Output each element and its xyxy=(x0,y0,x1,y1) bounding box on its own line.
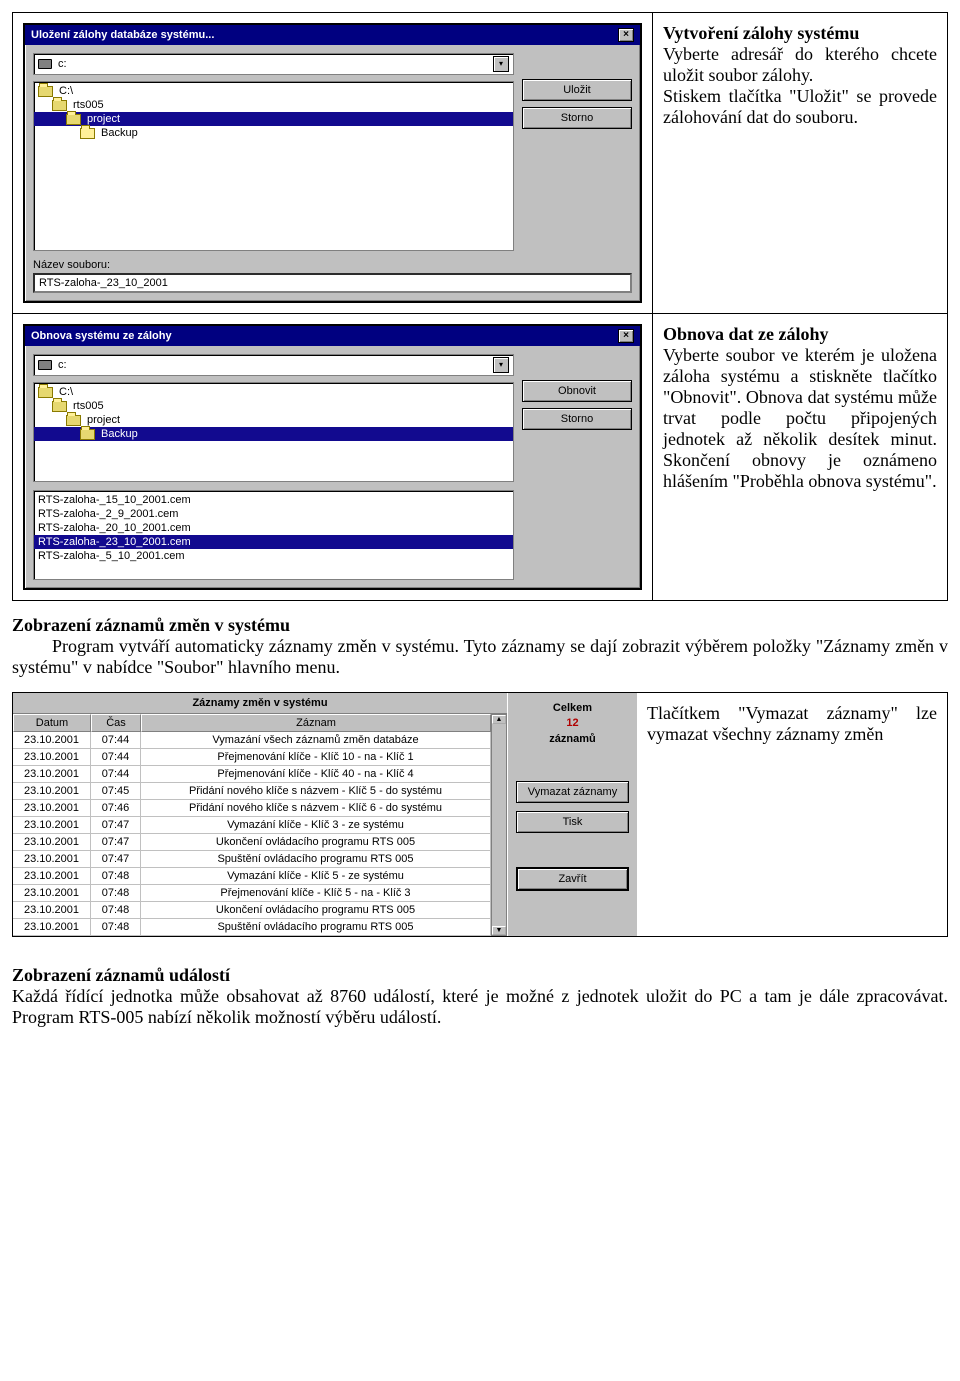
dialog-title: Uložení zálohy databáze systému... xyxy=(31,29,214,41)
table-cell: 23.10.2001 xyxy=(13,868,91,885)
table-cell: 23.10.2001 xyxy=(13,885,91,902)
restore-button[interactable]: Obnovit xyxy=(522,380,632,402)
count-value: 12 xyxy=(516,716,629,731)
folder-item[interactable]: C:\ xyxy=(34,84,513,98)
folder-item[interactable]: rts005 xyxy=(34,399,513,413)
table-header: Čas xyxy=(91,714,141,732)
table-cell: 07:47 xyxy=(91,851,141,868)
folder-list[interactable]: C:\rts005projectBackup xyxy=(33,81,514,251)
table-cell: 07:46 xyxy=(91,800,141,817)
section-body: Vyberte soubor ve kterém je uložena zálo… xyxy=(663,345,937,492)
table-header: Záznam xyxy=(141,714,491,732)
folder-icon xyxy=(52,401,67,412)
drive-select[interactable]: c: ▾ xyxy=(33,53,514,75)
folder-item[interactable]: Backup xyxy=(34,126,513,140)
print-button[interactable]: Tisk xyxy=(516,811,629,833)
table-cell: Ukončení ovládacího programu RTS 005 xyxy=(141,902,491,919)
drive-icon xyxy=(38,360,52,370)
file-item[interactable]: RTS-zaloha-_20_10_2001.cem xyxy=(34,521,513,535)
folder-item[interactable]: project xyxy=(34,112,513,126)
folder-icon xyxy=(52,100,67,111)
section-body: Tlačítkem "Vymazat záznamy" lze vymazat … xyxy=(647,703,937,744)
folder-icon xyxy=(80,429,95,440)
count-label: Celkem xyxy=(516,701,629,716)
dialog-title: Obnova systému ze zálohy xyxy=(31,330,172,342)
table-cell: Vymazání klíče - Klíč 5 - ze systému xyxy=(141,868,491,885)
table-cell: 07:48 xyxy=(91,868,141,885)
section-body: Program vytváří automaticky záznamy změn… xyxy=(12,636,948,678)
chevron-down-icon[interactable]: ▾ xyxy=(493,56,509,72)
table-cell: 23.10.2001 xyxy=(13,834,91,851)
table-cell: Přejmenování klíče - Klíč 40 - na - Klíč… xyxy=(141,766,491,783)
table-cell: 23.10.2001 xyxy=(13,800,91,817)
clear-records-button[interactable]: Vymazat záznamy xyxy=(516,781,629,803)
table-cell: Ukončení ovládacího programu RTS 005 xyxy=(141,834,491,851)
table-cell: 07:44 xyxy=(91,749,141,766)
table-cell: 07:48 xyxy=(91,919,141,936)
table-cell: 23.10.2001 xyxy=(13,732,91,749)
table-cell: Vymazání všech záznamů změn databáze xyxy=(141,732,491,749)
table-cell: 23.10.2001 xyxy=(13,817,91,834)
restore-backup-dialog: Obnova systému ze zálohy × c: ▾ C:\rts00… xyxy=(23,324,642,590)
folder-icon xyxy=(38,86,53,97)
folder-item[interactable]: project xyxy=(34,413,513,427)
table-cell: Přidání nového klíče s názvem - Klíč 5 -… xyxy=(141,783,491,800)
section-body: Vyberte adresář do kterého chcete uložit… xyxy=(663,44,937,128)
table-cell: 23.10.2001 xyxy=(13,851,91,868)
file-item[interactable]: RTS-zaloha-_5_10_2001.cem xyxy=(34,549,513,563)
save-button[interactable]: Uložit xyxy=(522,79,632,101)
section-title: Zobrazení záznamů událostí xyxy=(12,965,230,985)
table-cell: 07:45 xyxy=(91,783,141,800)
folder-icon xyxy=(38,387,53,398)
save-backup-dialog: Uložení zálohy databáze systému... × c: … xyxy=(23,23,642,303)
close-icon[interactable]: × xyxy=(618,329,634,343)
folder-item[interactable]: Backup xyxy=(34,427,513,441)
cancel-button[interactable]: Storno xyxy=(522,408,632,430)
records-dialog: Záznamy změn v systému DatumČasZáznam 23.… xyxy=(13,693,637,936)
table-cell: 07:48 xyxy=(91,902,141,919)
table-cell: Přejmenování klíče - Klíč 10 - na - Klíč… xyxy=(141,749,491,766)
folder-list[interactable]: C:\rts005projectBackup xyxy=(33,382,514,482)
scrollbar[interactable] xyxy=(491,714,507,936)
section-title: Zobrazení záznamů změn v systému xyxy=(12,615,290,635)
folder-icon xyxy=(80,128,95,139)
drive-select[interactable]: c: ▾ xyxy=(33,354,514,376)
table-cell: 23.10.2001 xyxy=(13,919,91,936)
file-item[interactable]: RTS-zaloha-_15_10_2001.cem xyxy=(34,493,513,507)
dialog-title: Záznamy změn v systému xyxy=(13,693,507,714)
table-cell: Přejmenování klíče - Klíč 5 - na - Klíč … xyxy=(141,885,491,902)
table-cell: Přidání nového klíče s názvem - Klíč 6 -… xyxy=(141,800,491,817)
chevron-down-icon[interactable]: ▾ xyxy=(493,357,509,373)
table-cell: Vymazání klíče - Klíč 3 - ze systému xyxy=(141,817,491,834)
section-title: Obnova dat ze zálohy xyxy=(663,324,829,344)
drive-icon xyxy=(38,59,52,69)
file-item[interactable]: RTS-zaloha-_2_9_2001.cem xyxy=(34,507,513,521)
file-item[interactable]: RTS-zaloha-_23_10_2001.cem xyxy=(34,535,513,549)
folder-item[interactable]: rts005 xyxy=(34,98,513,112)
table-cell: 07:44 xyxy=(91,732,141,749)
cancel-button[interactable]: Storno xyxy=(522,107,632,129)
table-cell: 23.10.2001 xyxy=(13,766,91,783)
table-cell: 23.10.2001 xyxy=(13,902,91,919)
table-cell: 07:48 xyxy=(91,885,141,902)
table-cell: 07:47 xyxy=(91,834,141,851)
filename-field[interactable]: RTS-zaloha-_23_10_2001 xyxy=(33,273,632,293)
close-button[interactable]: Zavřít xyxy=(516,867,629,891)
section-title: Vytvoření zálohy systému xyxy=(663,23,859,43)
count-label: záznamů xyxy=(516,732,629,747)
section-body: Každá řídící jednotka může obsahovat až … xyxy=(12,986,948,1027)
close-icon[interactable]: × xyxy=(618,28,634,42)
table-cell: 23.10.2001 xyxy=(13,749,91,766)
table-cell: Spuštění ovládacího programu RTS 005 xyxy=(141,851,491,868)
table-header: Datum xyxy=(13,714,91,732)
table-cell: 07:44 xyxy=(91,766,141,783)
table-cell: Spuštění ovládacího programu RTS 005 xyxy=(141,919,491,936)
table-cell: 23.10.2001 xyxy=(13,783,91,800)
folder-icon xyxy=(66,415,81,426)
folder-icon xyxy=(66,114,81,125)
filename-label: Název souboru: xyxy=(33,259,632,271)
folder-item[interactable]: C:\ xyxy=(34,385,513,399)
table-cell: 07:47 xyxy=(91,817,141,834)
file-list[interactable]: RTS-zaloha-_15_10_2001.cemRTS-zaloha-_2_… xyxy=(33,490,514,580)
